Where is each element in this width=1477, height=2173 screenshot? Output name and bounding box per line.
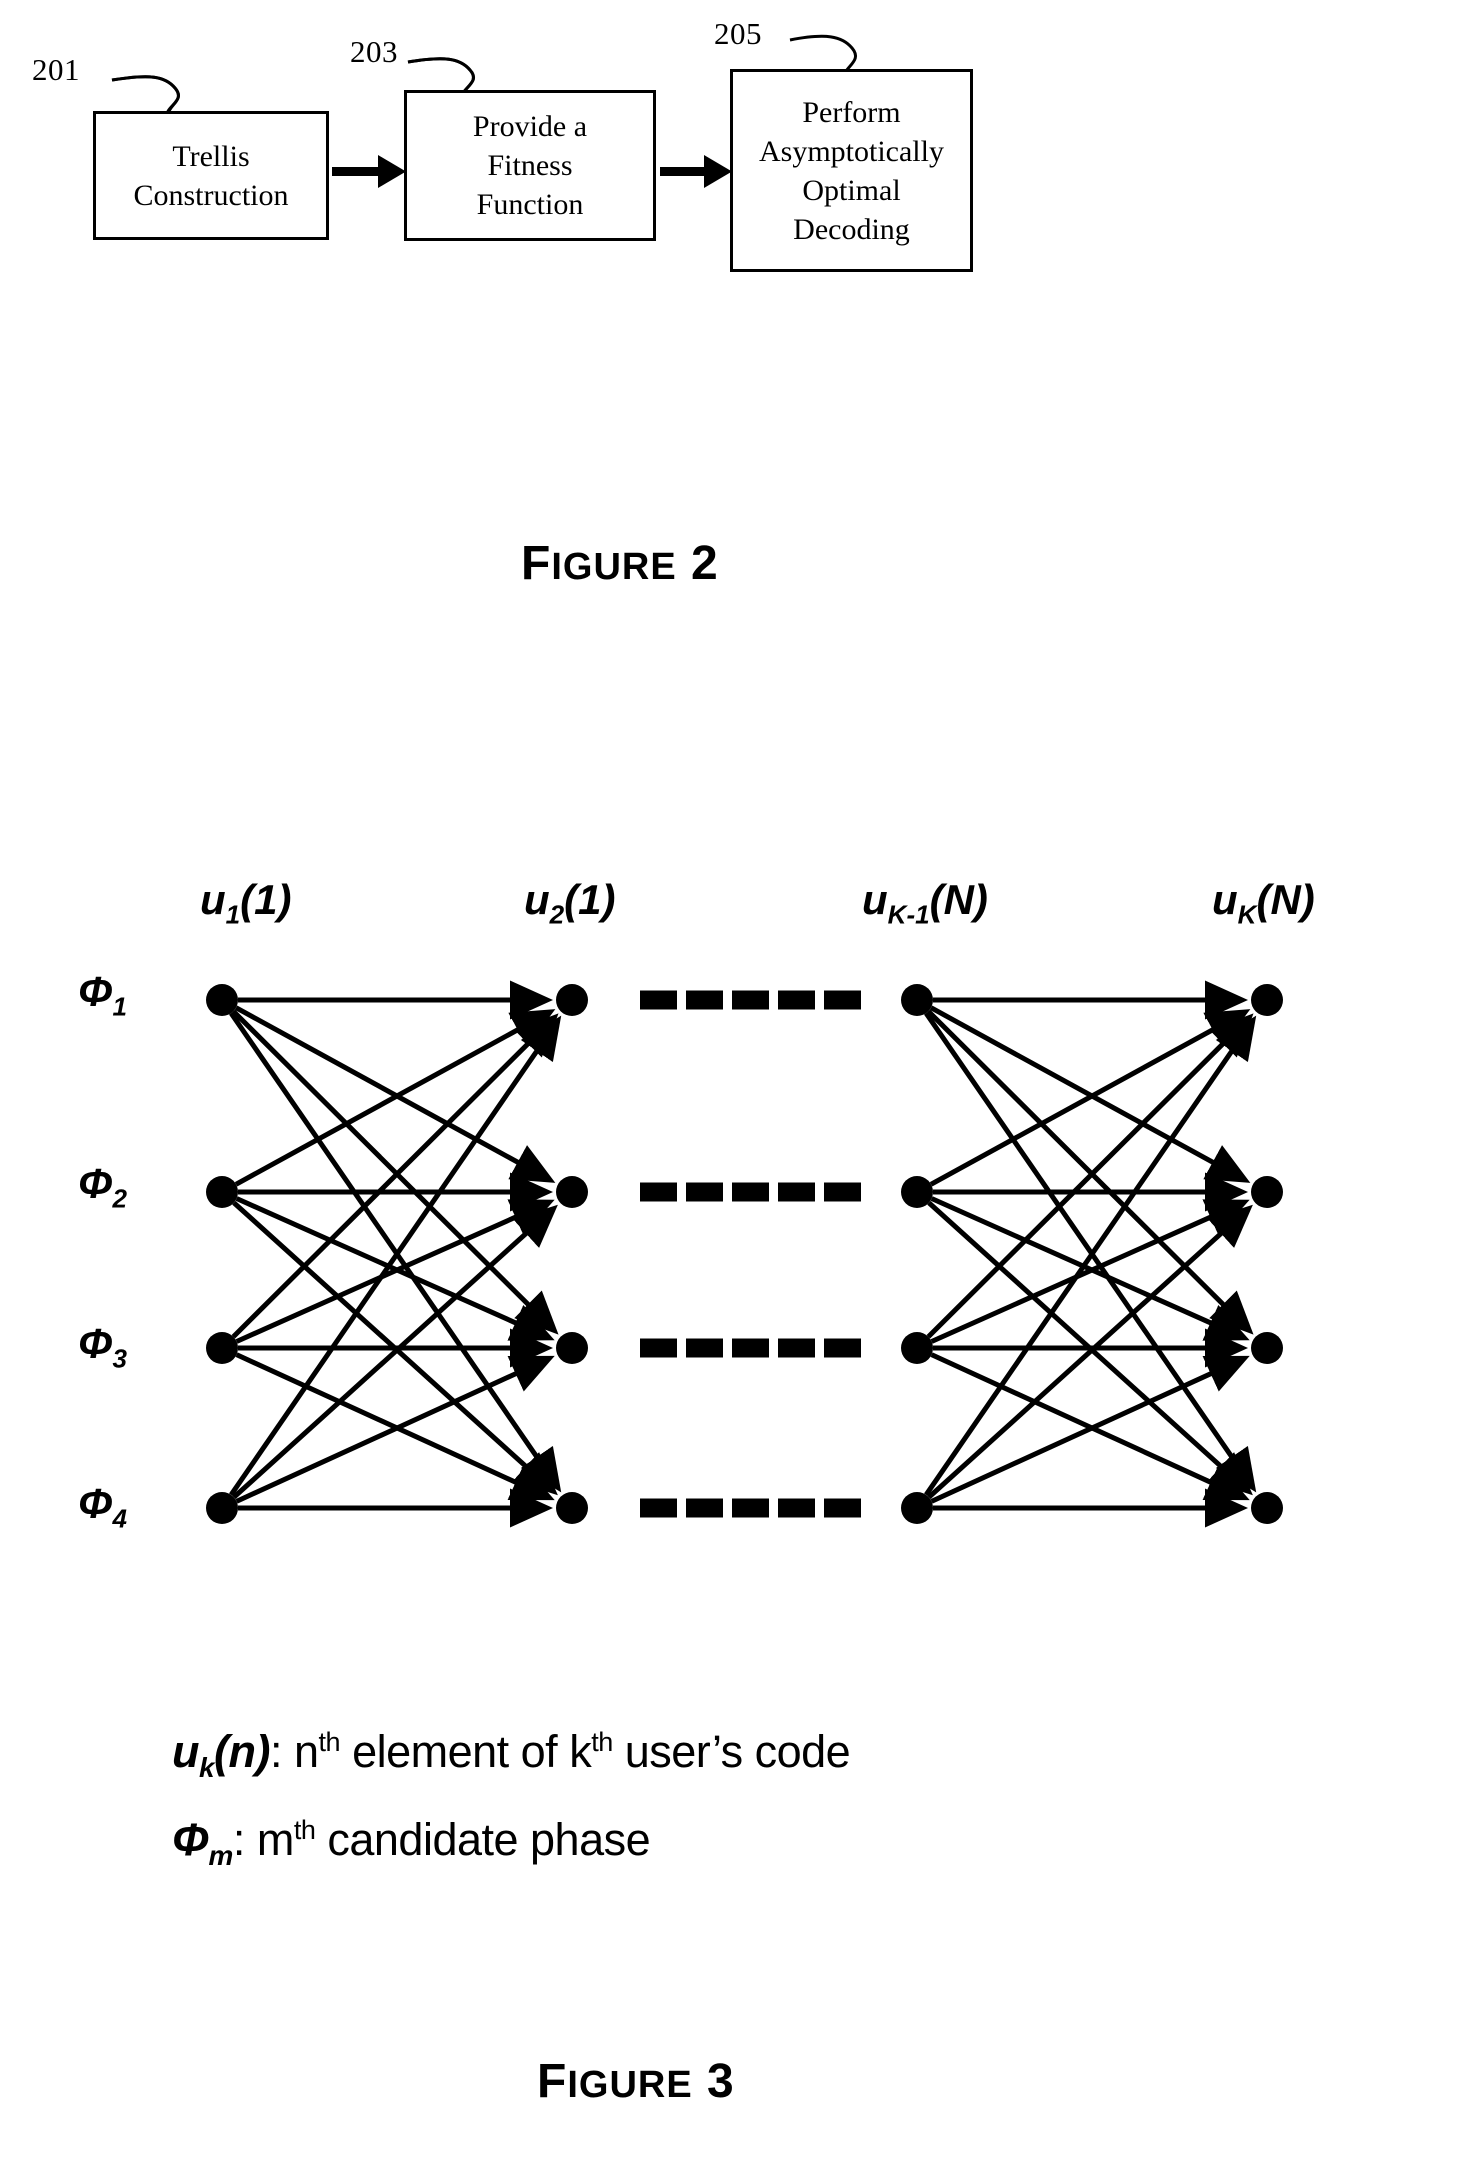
- trellis-node: [556, 984, 588, 1016]
- trellis-node: [1251, 1332, 1283, 1364]
- continuation-dash: [778, 1498, 815, 1518]
- trellis-edge: [930, 1352, 1250, 1501]
- trellis-stage-2-edges: [924, 980, 1257, 1528]
- trellis-edge: [235, 1196, 555, 1341]
- legend-text-c: user’s code: [612, 1726, 851, 1777]
- continuation-dash: [686, 990, 723, 1010]
- trellis-graph: [206, 980, 1283, 1528]
- trellis-node: [206, 1332, 238, 1364]
- figure-3-caption-f: F: [537, 2055, 568, 2108]
- legend-symbol-uk: uk(n): [172, 1726, 270, 1783]
- trellis-node: [556, 1176, 588, 1208]
- legend-text-b: element of k: [340, 1726, 592, 1777]
- legend-sup-a: th: [293, 1815, 316, 1845]
- continuation-dash: [778, 1182, 815, 1202]
- continuation-dash: [640, 1498, 677, 1518]
- continuation-dash: [732, 990, 769, 1010]
- trellis-node: [901, 1332, 933, 1364]
- trellis-edge: [930, 1199, 1250, 1344]
- legend-sup-b: th: [591, 1727, 613, 1757]
- trellis-edge: [926, 1013, 1254, 1339]
- trellis-edge: [926, 1009, 1254, 1335]
- continuation-dash: [824, 1338, 861, 1358]
- continuation-dash: [824, 1498, 861, 1518]
- continuation-dash: [824, 1182, 861, 1202]
- trellis-node: [556, 1492, 588, 1524]
- figure-3-caption-number: 3: [692, 2055, 735, 2108]
- continuation-dash: [686, 1182, 723, 1202]
- legend-text-a: : m: [232, 1814, 295, 1865]
- continuation-dash: [686, 1498, 723, 1518]
- legend-text-a: : n: [269, 1726, 319, 1777]
- continuation-dash: [778, 990, 815, 1010]
- trellis-node: [206, 1176, 238, 1208]
- trellis-node: [206, 1492, 238, 1524]
- trellis-node: [556, 1332, 588, 1364]
- legend-line-phim: Φm: mth candidate phase: [172, 1814, 651, 1872]
- trellis-edge: [930, 1355, 1250, 1504]
- continuation-dash: [640, 1338, 677, 1358]
- trellis-edge: [235, 1355, 555, 1504]
- legend-line-uk: uk(n): nth element of kth user’s code: [172, 1726, 851, 1784]
- trellis-node: [1251, 984, 1283, 1016]
- trellis-edge: [234, 1005, 556, 1183]
- trellis-node: [901, 984, 933, 1016]
- continuation-dash: [778, 1338, 815, 1358]
- trellis-edge: [235, 1199, 555, 1344]
- figure-3-group: u1(1) u2(1) uK-1(N) uK(N) Φ1 Φ2 Φ3 Φ4 uk…: [0, 0, 1477, 2173]
- trellis-edge: [231, 1009, 559, 1335]
- continuation-dash: [686, 1338, 723, 1358]
- trellis-edge: [235, 1352, 555, 1501]
- legend-text-b: candidate phase: [315, 1814, 651, 1865]
- figure-3-caption: FIGURE 3: [537, 2054, 735, 2109]
- trellis-node: [1251, 1176, 1283, 1208]
- trellis-continuation-dashes: [640, 990, 861, 1518]
- legend-symbol-phim: Φm: [172, 1814, 233, 1871]
- continuation-dash: [732, 1182, 769, 1202]
- trellis-node: [206, 984, 238, 1016]
- continuation-dash: [732, 1338, 769, 1358]
- figure-3-caption-rest: IGURE: [567, 2064, 693, 2106]
- trellis-edge: [231, 1013, 559, 1339]
- continuation-dash: [732, 1498, 769, 1518]
- continuation-dash: [824, 990, 861, 1010]
- continuation-dash: [640, 1182, 677, 1202]
- trellis-stage-1-edges: [229, 980, 562, 1528]
- trellis-node: [901, 1492, 933, 1524]
- legend-sup-a: th: [318, 1727, 341, 1757]
- continuation-dash: [640, 990, 677, 1010]
- trellis-edge: [930, 1196, 1250, 1341]
- trellis-node: [901, 1176, 933, 1208]
- trellis-node: [1251, 1492, 1283, 1524]
- trellis-edge: [929, 1005, 1251, 1183]
